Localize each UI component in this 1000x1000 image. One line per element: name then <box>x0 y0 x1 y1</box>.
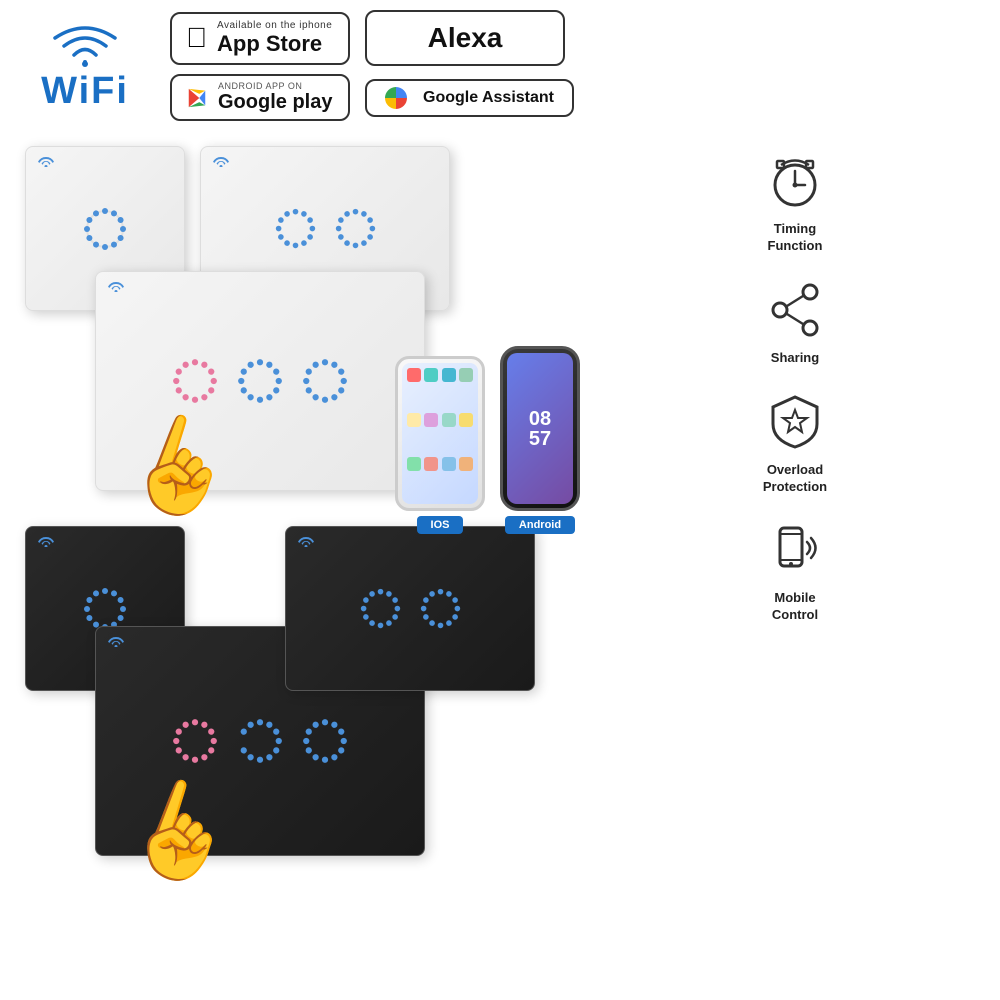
overload-icon <box>765 392 825 452</box>
android-label: Android <box>505 516 575 534</box>
overload-icon-wrap <box>760 387 830 457</box>
sharing-icon-wrap <box>760 275 830 345</box>
features-area: Timing Function Sharing <box>605 136 985 896</box>
badges-row-bottom: ANDROID APP ON Google play Google Assist… <box>170 74 980 121</box>
badges-section:  Available on the iphone App Store Alex… <box>170 10 980 121</box>
mobile-control-icon <box>765 520 825 580</box>
sharing-label: Sharing <box>771 350 819 367</box>
feature-timing: Timing Function <box>760 146 830 255</box>
feature-overload: Overload Protection <box>760 387 830 496</box>
apple-icon:  <box>186 22 207 54</box>
google-play-badge[interactable]: ANDROID APP ON Google play <box>170 74 350 121</box>
timing-label: Timing Function <box>768 221 823 255</box>
app-icon-12 <box>459 457 473 471</box>
panel-wifi-icon-4 <box>38 535 54 550</box>
app-icon-8 <box>459 413 473 427</box>
phone-time: 0857 <box>529 409 551 449</box>
hand-pointer-black: ☝ <box>111 764 252 901</box>
feature-mobile: Mobile Control <box>760 515 830 624</box>
touch-buttons-2b <box>358 586 463 631</box>
timing-icon-wrap <box>760 146 830 216</box>
main-area: ☝ <box>0 131 1000 901</box>
app-icon-4 <box>459 368 473 382</box>
mobile-icon-wrap <box>760 515 830 585</box>
top-section: WiFi  Available on the iphone App Store… <box>0 0 1000 131</box>
app-icon-10 <box>424 457 438 471</box>
hand-pointer-white: ☝ <box>111 399 252 536</box>
overload-label: Overload Protection <box>763 462 827 496</box>
google-assistant-badge[interactable]: Google Assistant <box>365 79 574 117</box>
phones-section: IOS 0857 Android <box>395 346 580 534</box>
app-icon-11 <box>442 457 456 471</box>
dot-ring-1 <box>81 205 129 253</box>
apple-main-text: App Store <box>217 31 332 57</box>
panel-wifi-icon-5 <box>108 635 124 650</box>
apple-store-badge[interactable]:  Available on the iphone App Store <box>170 12 350 65</box>
app-icon-7 <box>442 413 456 427</box>
google-sub-text: ANDROID APP ON <box>218 81 332 91</box>
app-icon-9 <box>407 457 421 471</box>
touch-buttons-2 <box>273 206 378 251</box>
google-play-icon <box>186 87 208 109</box>
wifi-text: WiFi <box>41 72 129 110</box>
white-panel-3btn-main: ☝ <box>95 271 425 491</box>
iphone-container: IOS <box>395 356 485 534</box>
timing-icon <box>765 151 825 211</box>
iphone-screen <box>402 363 478 504</box>
google-main-text: Google play <box>218 91 332 114</box>
badges-row-top:  Available on the iphone App Store Alex… <box>170 10 980 66</box>
app-icon-3 <box>442 368 456 382</box>
panel-wifi-icon-1 <box>38 155 54 170</box>
android-frame: 0857 <box>500 346 580 511</box>
wifi-icon <box>50 22 120 72</box>
google-assistant-icon <box>385 87 407 109</box>
apple-sub-text: Available on the iphone <box>217 20 332 31</box>
alexa-badge[interactable]: Alexa <box>365 10 565 66</box>
feature-sharing: Sharing <box>760 275 830 367</box>
app-icon-6 <box>424 413 438 427</box>
touch-buttons-3w <box>170 356 350 406</box>
black-panel-2btn-right <box>285 526 535 691</box>
switches-area: ☝ <box>15 136 595 896</box>
sharing-icon <box>765 280 825 340</box>
panel-wifi-icon-2 <box>213 155 229 170</box>
iphone-frame <box>395 356 485 511</box>
android-container: 0857 Android <box>500 346 580 534</box>
mobile-label: Mobile Control <box>772 590 818 624</box>
google-assistant-label: Google Assistant <box>423 89 554 107</box>
app-icon-5 <box>407 413 421 427</box>
panel-wifi-icon-6 <box>298 535 314 550</box>
android-screen: 0857 <box>507 353 573 504</box>
ios-label: IOS <box>417 516 464 534</box>
alexa-label: Alexa <box>428 22 503 54</box>
touch-buttons-3b <box>170 716 350 766</box>
panel-wifi-icon-3 <box>108 280 124 295</box>
app-icon-1 <box>407 368 421 382</box>
wifi-logo: WiFi <box>20 22 150 110</box>
app-icon-2 <box>424 368 438 382</box>
